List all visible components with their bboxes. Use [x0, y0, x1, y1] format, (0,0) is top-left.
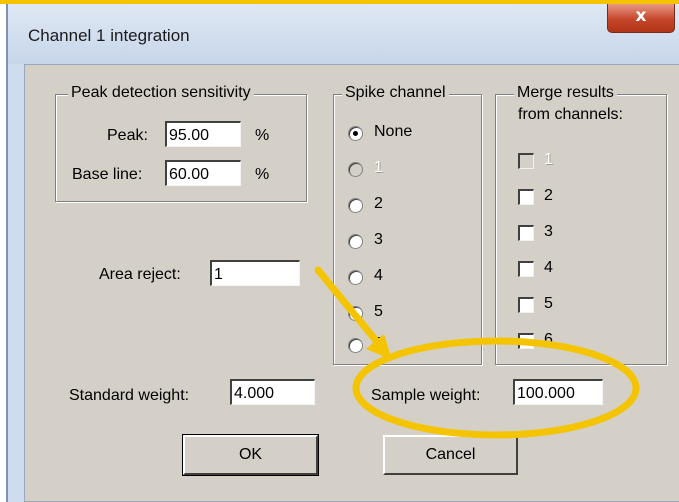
ellipse-annotation	[352, 337, 640, 439]
annotation-overlay	[314, 266, 640, 439]
screenshot: Channel 1 integration x Peak detection s…	[0, 0, 679, 502]
arrow-annotation	[314, 266, 382, 347]
